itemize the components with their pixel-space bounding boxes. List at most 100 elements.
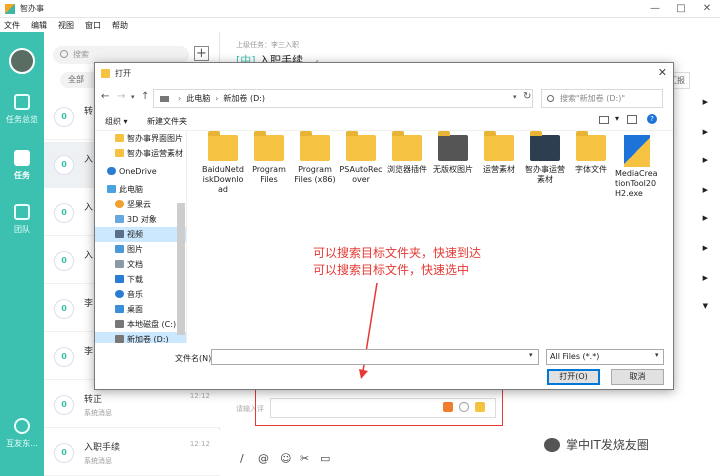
tree-item[interactable]: 此电脑 [95,182,186,197]
folder-icon[interactable]: ▭ [320,452,330,465]
tree-item[interactable]: 文档 [95,257,186,272]
file-item[interactable]: MediaCreationTool20H2.exe [615,135,659,199]
tree-item[interactable]: 3D 对象 [95,212,186,227]
tree-item[interactable]: 本地磁盘 (C:) [95,317,186,332]
file-grid: BaiduNetdiskDownload Program Files Progr… [195,131,665,333]
tree-item[interactable]: 桌面 [95,302,186,317]
menu-help[interactable]: 帮助 [112,20,128,31]
cancel-button[interactable]: 取消 [611,369,664,385]
task-icon [14,150,30,166]
view-dropdown-icon[interactable]: ▾ [615,114,619,123]
tree-item[interactable]: 坚果云 [95,197,186,212]
expand-arrow-icon[interactable]: ▶ [703,98,708,106]
expand-arrow-icon[interactable]: ▶ [703,186,708,194]
mention-icon[interactable]: @ [258,452,269,465]
file-type-select[interactable]: All Files (*.*) [546,349,664,365]
menu-edit[interactable]: 编辑 [31,20,47,31]
new-folder-button[interactable]: 新建文件夹 [147,116,187,127]
task-title: 入 [84,155,94,165]
menu-view[interactable]: 视图 [58,20,74,31]
address-dropdown-icon[interactable]: ▾ [513,93,517,101]
tree-scrollbar[interactable] [177,203,185,335]
forward-icon[interactable]: → [117,91,125,102]
task-title: 入 [84,203,94,213]
file-item[interactable]: Program Files [247,131,291,185]
up-icon[interactable]: ↑ [141,91,149,102]
maximize-button[interactable]: □ [668,0,694,18]
smiley-icon[interactable]: ☺ [280,452,291,465]
file-item[interactable]: Program Files (x86) [293,131,337,185]
annotation-arrow [359,282,378,379]
tree-item[interactable]: 图片 [95,242,186,257]
expand-arrow-icon[interactable]: ▼ [703,302,708,310]
task-title: 转正 [84,395,103,405]
dialog-search-input[interactable]: 搜索"新加卷 (D:)" [541,89,663,108]
breadcrumb-drive-d[interactable]: 新加卷 (D:) [223,93,265,104]
filename-dropdown-icon[interactable]: ▾ [529,351,533,359]
tree-item[interactable]: OneDrive [95,164,186,179]
file-item[interactable]: BaiduNetdiskDownload [201,131,245,195]
avatar[interactable] [9,48,35,74]
nav-item-label: 任务总览 [6,115,38,124]
refresh-icon[interactable]: ↻ [523,91,531,102]
annotation-line-1: 可以搜索目标文件夹，快速到达 [313,246,482,260]
file-item[interactable]: 无版权图片 [431,131,475,175]
tree-item[interactable]: 视频 [95,227,186,242]
task-title: 李 [84,299,94,309]
annotation-text: 可以搜索目标文件夹，快速到达 可以搜索目标文件，快速选中 [313,245,481,279]
recent-dropdown-icon[interactable]: ▾ [131,93,135,101]
menu-file[interactable]: 文件 [4,20,20,31]
address-row: ← → ▾ ↑ › 此电脑 › 新加卷 (D:) ▾ ↻ 搜索"新加卷 (D:)… [95,85,673,111]
nav-item-overview[interactable]: 任务总览 [0,94,44,125]
file-item-label: Program Files [252,165,286,184]
expand-arrow-icon[interactable]: ▶ [703,214,708,222]
expand-arrow-icon[interactable]: ▶ [703,274,708,282]
menu-window[interactable]: 窗口 [85,20,101,31]
breadcrumb-this-pc[interactable]: 此电脑 [186,93,210,104]
file-item[interactable]: 浏览器插件 [385,131,429,175]
expand-arrow-icon[interactable]: ▶ [703,244,708,252]
address-bar[interactable]: › 此电脑 › 新加卷 (D:) [153,89,533,108]
tree-item-label: 智办事界面图片 [127,134,183,143]
menubar: 文件 编辑 视图 窗口 帮助 [0,18,720,32]
tree-item[interactable]: 新加卷 (D:) [95,332,186,343]
tree-item-label: 桌面 [127,305,143,314]
nav-item-account[interactable]: 互友东... [0,418,44,449]
file-item[interactable]: 智办事运营素材 [523,131,567,185]
dialog-close-icon[interactable]: ✕ [658,66,667,79]
help-icon[interactable]: ? [647,114,657,124]
expand-arrow-icon[interactable]: ▶ [703,156,708,164]
folder-icon [576,131,606,161]
back-icon[interactable]: ← [101,91,109,102]
tree-item[interactable]: 下载 [95,272,186,287]
folder-icon [208,131,238,161]
minimize-button[interactable]: — [642,0,668,18]
wechat-icon [544,437,560,452]
cube-icon [115,215,124,223]
tree-item[interactable]: 智办事界面图片 [95,131,186,146]
filename-input[interactable] [211,349,539,365]
preview-pane-icon[interactable] [627,115,637,124]
task-count-badge: 0 [54,155,74,175]
file-item[interactable]: 运营素材 [477,131,521,175]
file-item[interactable]: PSAutoRecover [339,131,383,185]
folder-icon [115,134,124,142]
folder-icon [346,131,376,161]
add-task-button[interactable]: + [194,46,209,61]
file-type-dropdown-icon[interactable]: ▾ [655,351,659,359]
view-mode-icon[interactable] [599,116,609,124]
close-button[interactable]: ✕ [694,0,720,18]
task-row[interactable]: 0 入职手续 系统消息 12:12 [44,430,220,476]
expand-arrow-icon[interactable]: ▶ [703,128,708,136]
nav-item-task[interactable]: 任务 [0,150,44,181]
folder-icon [484,131,514,161]
tree-item[interactable]: 音乐 [95,287,186,302]
nav-item-team[interactable]: 团队 [0,204,44,235]
organize-button[interactable]: 组织 ▾ [105,116,128,127]
scissors-icon[interactable]: ✂ [300,452,309,465]
open-button[interactable]: 打开(O) [547,369,600,385]
nav-item-label: 团队 [14,225,30,234]
tree-item[interactable]: 智办事运营素材 [95,146,186,161]
file-item[interactable]: 字体文件 [569,131,613,175]
slash-command-icon[interactable]: / [240,452,244,465]
